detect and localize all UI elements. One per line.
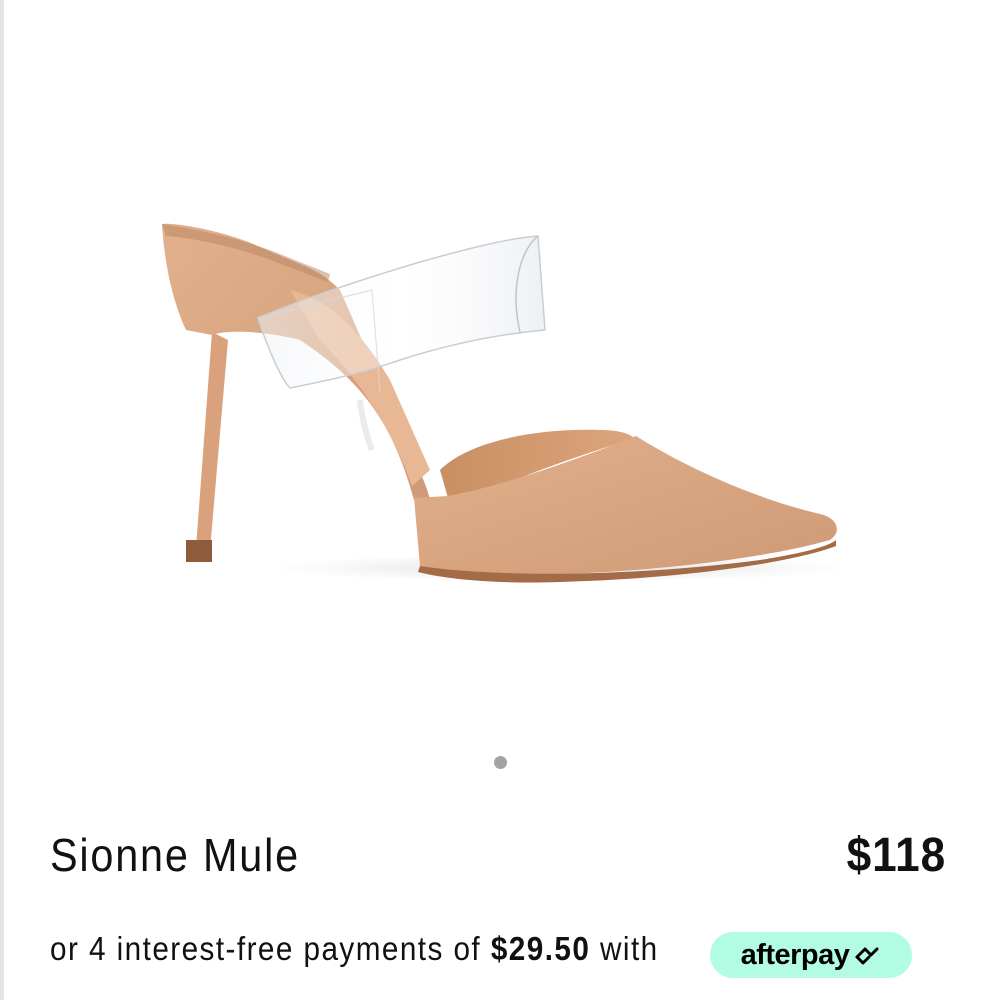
image-pager	[0, 754, 1000, 770]
product-title: Sionne Mule	[50, 829, 300, 881]
product-price: $118	[846, 829, 946, 882]
afterpay-arrows-icon	[855, 947, 879, 965]
product-image[interactable]	[0, 0, 1000, 740]
installment-text: or 4 interest-free payments of $29.50 wi…	[50, 930, 659, 968]
installment-prefix: or 4 interest-free payments of	[50, 930, 482, 967]
afterpay-badge[interactable]: afterpay	[710, 932, 912, 978]
installment-amount: $29.50	[490, 930, 591, 967]
installment-suffix: with	[600, 930, 659, 967]
pager-dot-active[interactable]	[493, 755, 507, 769]
afterpay-label: afterpay	[740, 938, 850, 971]
shoe-photo	[162, 223, 850, 583]
